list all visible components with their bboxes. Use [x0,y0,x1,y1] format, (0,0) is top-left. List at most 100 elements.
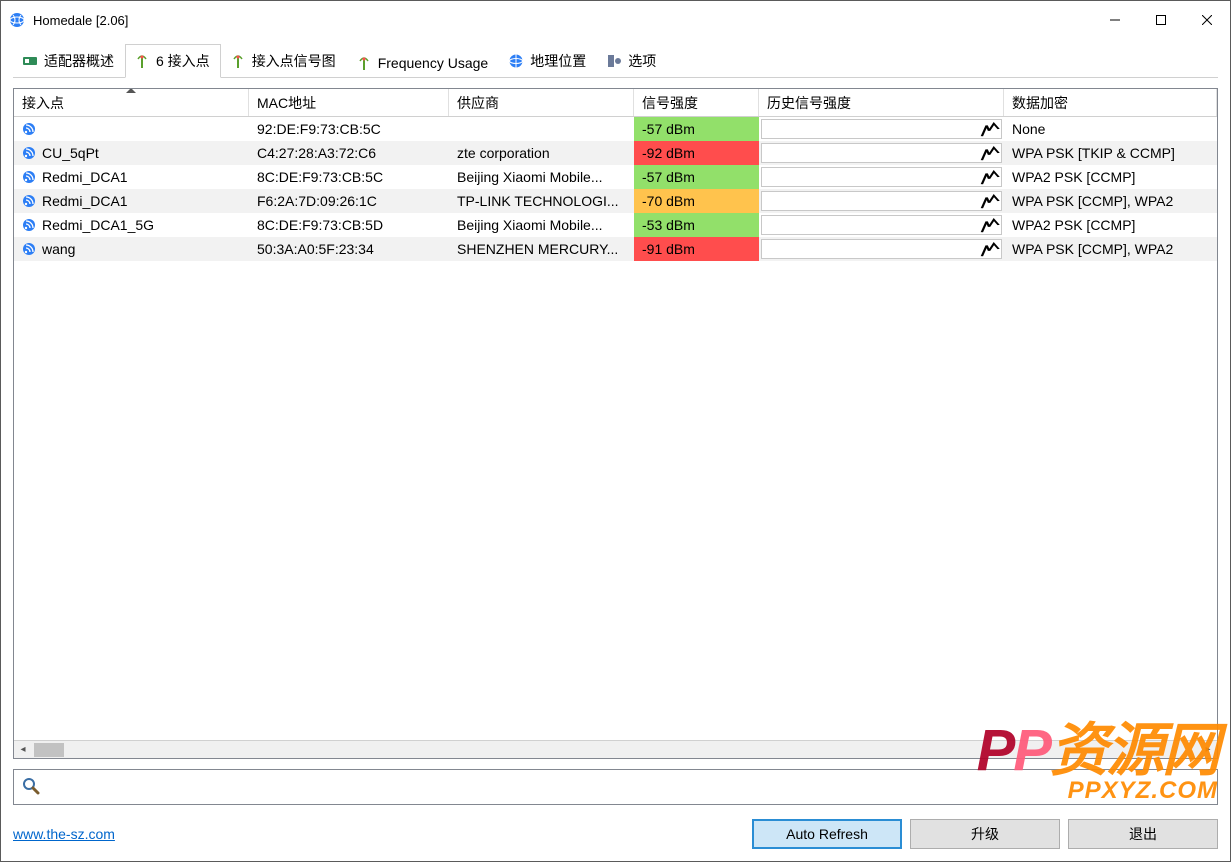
window-title: Homedale [2.06] [33,13,128,28]
cell-mac: F6:2A:7D:09:26:1C [249,189,449,213]
sparkline [761,119,1002,139]
cell-ap: Redmi_DCA1 [14,189,249,213]
table-row[interactable]: wang50:3A:A0:5F:23:34SHENZHEN MERCURY...… [14,237,1217,261]
horizontal-scrollbar[interactable]: ◂ ▸ [14,740,1217,758]
tab-3[interactable]: Frequency Usage [347,48,500,77]
app-window: Homedale [2.06] 适配器概述 6 接入点 接入点信号图 Frequenc… [0,0,1231,862]
maximize-button[interactable] [1138,5,1184,35]
cell-vendor: Beijing Xiaomi Mobile... [449,213,634,237]
cell-history [759,213,1004,237]
wifi-icon [22,194,36,208]
wifi-icon [22,242,36,256]
antenna-icon [230,53,246,69]
cell-vendor [449,117,634,141]
tab-4[interactable]: 地理位置 [499,44,597,77]
cell-history [759,141,1004,165]
upgrade-button[interactable]: 升级 [910,819,1060,849]
cell-encryption: None [1004,117,1217,141]
footer-bar: www.the-sz.com Auto Refresh 升级 退出 [13,819,1218,849]
tab-label: 适配器概述 [44,51,114,71]
sparkline [761,215,1002,235]
scroll-track[interactable] [32,741,1199,758]
access-point-table: 接入点 MAC地址 供应商 信号强度 历史信号强度 数据加密 92:DE:F9:… [13,88,1218,759]
search-input[interactable] [46,778,1209,796]
search-icon [22,777,40,798]
cell-signal: -70 dBm [634,189,759,213]
table-header: 接入点 MAC地址 供应商 信号强度 历史信号强度 数据加密 [14,89,1217,117]
cell-mac: 50:3A:A0:5F:23:34 [249,237,449,261]
antenna-icon [134,53,150,69]
cell-signal: -91 dBm [634,237,759,261]
cell-mac: 92:DE:F9:73:CB:5C [249,117,449,141]
scroll-thumb[interactable] [34,743,64,757]
sparkline [761,167,1002,187]
globe-icon [508,53,524,69]
tab-label: 接入点信号图 [252,51,336,71]
cell-ap [14,117,249,141]
cell-signal: -92 dBm [634,141,759,165]
table-row[interactable]: Redmi_DCA1 F6:2A:7D:09:26:1CTP-LINK TECHN… [14,189,1217,213]
content-area: 适配器概述 6 接入点 接入点信号图 Frequency Usage 地理位置 选项 接入… [1,39,1230,861]
ap-name: Redmi_DCA1 [42,169,128,185]
auto-refresh-button[interactable]: Auto Refresh [752,819,902,849]
cell-signal: -57 dBm [634,165,759,189]
table-row[interactable]: Redmi_DCA1_5G8C:DE:F9:73:CB:5DBeijing Xi… [14,213,1217,237]
cell-vendor: TP-LINK TECHNOLOGI... [449,189,634,213]
col-mac[interactable]: MAC地址 [249,89,449,116]
website-link[interactable]: www.the-sz.com [13,826,115,842]
table-row[interactable]: 92:DE:F9:73:CB:5C -57 dBm None [14,117,1217,141]
adapter-icon [22,53,38,69]
wifi-icon [22,218,36,232]
cell-mac: 8C:DE:F9:73:CB:5D [249,213,449,237]
window-controls [1092,5,1230,35]
col-history[interactable]: 历史信号强度 [759,89,1004,116]
tab-label: 6 接入点 [156,51,210,71]
cell-encryption: WPA PSK [CCMP], WPA2 [1004,237,1217,261]
minimize-button[interactable] [1092,5,1138,35]
sparkline [761,239,1002,259]
cell-signal: -53 dBm [634,213,759,237]
col-access-point[interactable]: 接入点 [14,89,249,116]
sparkline [761,191,1002,211]
exit-button[interactable]: 退出 [1068,819,1218,849]
col-vendor[interactable]: 供应商 [449,89,634,116]
tab-2[interactable]: 接入点信号图 [221,44,347,77]
antenna-icon [356,55,372,71]
cell-encryption: WPA PSK [TKIP & CCMP] [1004,141,1217,165]
cell-ap: wang [14,237,249,261]
cell-ap: Redmi_DCA1 [14,165,249,189]
search-bar [13,769,1218,805]
cell-history [759,165,1004,189]
wifi-icon [22,170,36,184]
cell-mac: C4:27:28:A3:72:C6 [249,141,449,165]
col-signal[interactable]: 信号强度 [634,89,759,116]
cell-mac: 8C:DE:F9:73:CB:5C [249,165,449,189]
cell-history [759,189,1004,213]
cell-history [759,117,1004,141]
tab-0[interactable]: 适配器概述 [13,44,125,77]
cell-vendor: SHENZHEN MERCURY... [449,237,634,261]
scroll-left-icon[interactable]: ◂ [14,744,32,755]
tab-bar: 适配器概述 6 接入点 接入点信号图 Frequency Usage 地理位置 选项 [13,43,1218,78]
close-button[interactable] [1184,5,1230,35]
tab-5[interactable]: 选项 [597,44,667,77]
ap-name: Redmi_DCA1 [42,193,128,209]
wifi-icon [22,146,36,160]
cell-encryption: WPA2 PSK [CCMP] [1004,165,1217,189]
cell-history [759,237,1004,261]
tab-label: 地理位置 [530,51,586,71]
tab-label: 选项 [628,51,656,71]
cell-signal: -57 dBm [634,117,759,141]
titlebar[interactable]: Homedale [2.06] [1,1,1230,39]
table-body[interactable]: 92:DE:F9:73:CB:5C-57 dBmNoneCU_5qPtC4:27… [14,117,1217,740]
table-row[interactable]: CU_5qPtC4:27:28:A3:72:C6zte corporation-… [14,141,1217,165]
tab-1[interactable]: 6 接入点 [125,44,221,78]
scroll-right-icon[interactable]: ▸ [1199,744,1217,755]
col-encryption[interactable]: 数据加密 [1004,89,1217,116]
table-row[interactable]: Redmi_DCA18C:DE:F9:73:CB:5CBeijing Xiaom… [14,165,1217,189]
cell-ap: CU_5qPt [14,141,249,165]
options-icon [606,53,622,69]
tab-label: Frequency Usage [378,55,489,71]
app-icon [9,12,25,28]
wifi-icon [22,122,36,136]
